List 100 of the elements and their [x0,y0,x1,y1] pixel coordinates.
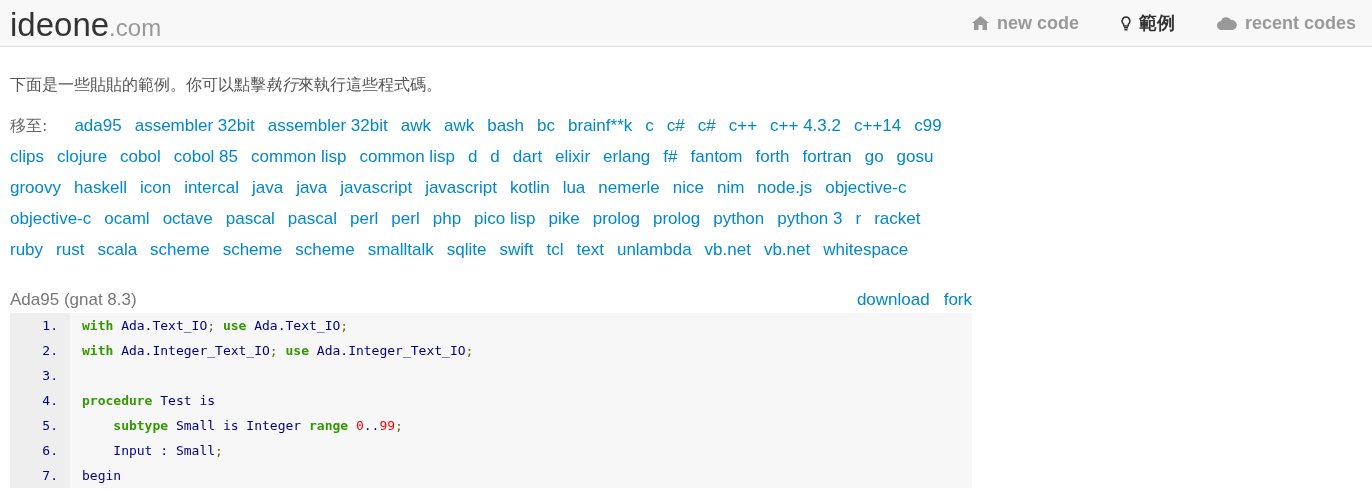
language-link[interactable]: pascal [225,203,275,234]
language-link[interactable]: nim [716,172,745,203]
language-link[interactable]: text [576,234,604,265]
line-number: 5. [10,413,70,438]
language-link[interactable]: haskell [74,172,127,203]
language-link[interactable]: clojure [57,141,108,172]
language-link[interactable]: cobol [120,141,161,172]
home-icon [971,16,989,30]
line-number: 3. [10,363,70,388]
language-link[interactable]: python [713,203,765,234]
language-link[interactable]: c# [697,110,716,141]
language-link[interactable]: vb.net [763,234,811,265]
nav-link[interactable]: new code [971,11,1079,35]
language-link[interactable]: python 3 [777,203,843,234]
language-link[interactable]: groovy [10,172,62,203]
language-link[interactable]: ada95 [74,110,122,141]
language-link[interactable]: vb.net [704,234,751,265]
language-link[interactable]: rust [56,234,85,265]
language-link[interactable]: c++ 4.3.2 [770,110,841,141]
goto-label: 移至: [10,115,48,137]
language-link[interactable]: nice [672,172,704,203]
language-link[interactable]: pike [548,203,580,234]
language-link[interactable]: unlambda [616,234,692,265]
language-link[interactable]: assembler 32bit [267,110,388,141]
language-link[interactable]: smalltalk [367,234,434,265]
language-link[interactable]: c++ [728,110,758,141]
code-line: subtype Small is Integer range 0..99; [112,418,403,433]
line-number: 4. [10,388,70,413]
language-link[interactable]: scheme [295,234,355,265]
language-link[interactable]: perl [391,203,420,234]
language-link[interactable]: racket [874,203,921,234]
language-link[interactable]: swift [499,234,534,265]
lightbulb-icon [1120,15,1131,31]
language-link[interactable]: go [864,141,884,172]
language-link[interactable]: pascal [287,203,337,234]
language-link[interactable]: javascript [340,172,413,203]
language-link[interactable]: cobol 85 [173,141,239,172]
action-link[interactable]: fork [943,289,972,311]
language-link[interactable]: pico lisp [474,203,536,234]
line-number: 2. [10,338,70,363]
line-number: 1. [10,313,70,338]
language-link[interactable]: awk [400,110,431,141]
language-link[interactable]: elixir [555,141,591,172]
language-link[interactable]: kotlin [509,172,550,203]
language-link[interactable]: php [432,203,462,234]
language-link[interactable]: objective-c [10,203,92,234]
language-link[interactable]: icon [139,172,172,203]
language-link[interactable]: fantom [690,141,743,172]
language-link[interactable]: dart [512,141,543,172]
cloud-icon [1216,16,1237,30]
language-link[interactable]: intercal [184,172,239,203]
code-line: begin [82,468,122,483]
language-link[interactable]: gosu [896,141,934,172]
nav-link[interactable]: 範例 [1120,11,1175,35]
language-link[interactable]: javascript [425,172,497,203]
language-link[interactable]: nemerle [598,172,660,203]
language-link[interactable]: bash [487,110,525,141]
action-link[interactable]: download [856,289,930,311]
language-link[interactable]: java [296,172,328,203]
language-link[interactable]: lua [562,172,586,203]
line-number: 6. [10,438,70,463]
language-link[interactable]: common lisp [359,141,455,172]
language-link[interactable]: objective-c [825,172,907,203]
language-link[interactable]: node.js [757,172,813,203]
language-link[interactable]: brainf**k [568,110,633,141]
language-link[interactable]: tcl [546,234,564,265]
language-link[interactable]: clips [10,141,44,172]
language-link[interactable]: c [645,110,654,141]
language-link[interactable]: forth [755,141,790,172]
language-link[interactable]: c++14 [853,110,902,141]
language-link[interactable]: assembler 32bit [134,110,255,141]
intro-text: 下面是一些貼貼的範例。你可以點擊執行來執行這些程式碼。 [10,75,443,96]
language-link[interactable]: whitespace [823,234,909,265]
language-link[interactable]: sqlite [446,234,487,265]
language-link[interactable]: d [490,141,500,172]
nav-link[interactable]: recent codes [1216,11,1356,35]
language-link[interactable]: d [467,141,478,172]
language-link[interactable]: octave [162,203,213,234]
language-link[interactable]: f# [663,141,678,172]
language-link[interactable]: prolog [592,203,640,234]
language-link[interactable]: erlang [603,141,651,172]
site-logo[interactable]: ideone.com [10,7,162,41]
example-title: Ada95 (gnat 8.3) [10,289,137,311]
language-link[interactable]: fortran [802,141,852,172]
language-link[interactable]: prolog [652,203,701,234]
language-link[interactable]: awk [443,110,475,141]
language-link[interactable]: scheme [150,234,210,265]
code-line: procedure Test is [82,393,216,408]
language-link[interactable]: java [251,172,284,203]
language-link[interactable]: perl [350,203,379,234]
language-link[interactable]: c# [666,110,685,141]
language-link[interactable]: c99 [914,110,942,141]
language-link[interactable]: scala [97,234,138,265]
language-link[interactable]: ruby [10,234,44,265]
language-link[interactable]: scheme [222,234,283,265]
language-link[interactable]: ocaml [104,203,150,234]
language-link[interactable]: common lisp [251,141,347,172]
code-line: with Ada.Integer_Text_IO; use Ada.Integer_Text_IO; [82,343,474,358]
language-link[interactable]: r [855,203,862,234]
language-link[interactable]: bc [537,110,555,141]
